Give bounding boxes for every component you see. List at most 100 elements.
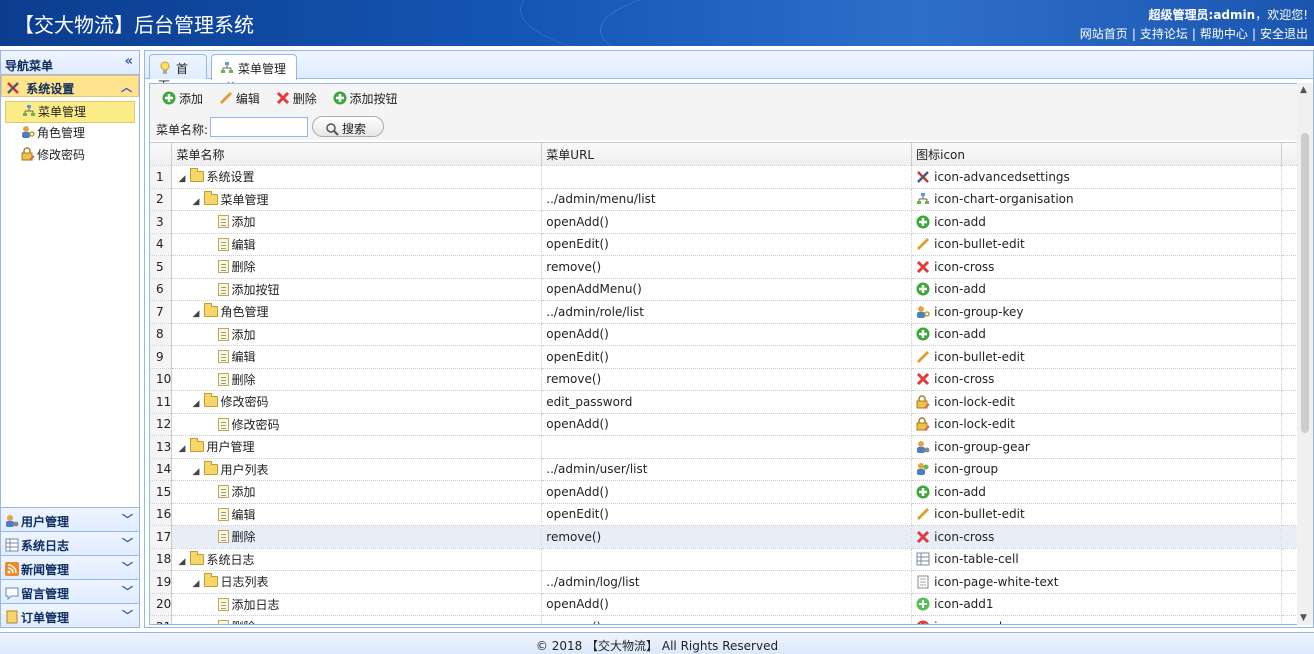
- collapse-sidebar-icon[interactable]: «: [125, 54, 133, 69]
- scrollbar-thumb[interactable]: [1301, 133, 1309, 433]
- cell-name: 添加: [171, 323, 543, 346]
- menu-name: 添加: [231, 485, 256, 500]
- tree-toggle-icon[interactable]: ◢: [178, 557, 190, 567]
- chevron-down-icon[interactable]: ﹀: [122, 511, 133, 527]
- table-row[interactable]: 2 ◢ 菜单管理 ../admin/menu/list icon-chart-organ…: [150, 188, 1298, 211]
- table-row[interactable]: 21 删除 remove() icon-cancel: [150, 615, 1298, 624]
- table-row[interactable]: 7 ◢ 角色管理 ../admin/role/list icon-group-key: [150, 300, 1298, 324]
- column-header-url[interactable]: 菜单URL: [541, 143, 913, 166]
- table-row[interactable]: 5 删除 remove() icon-cross: [150, 255, 1298, 279]
- cell-url: openEdit(): [541, 233, 913, 256]
- row-number: 8: [150, 323, 173, 346]
- row-number: 1: [150, 165, 173, 189]
- table-row[interactable]: 10 删除 remove() icon-cross: [150, 368, 1298, 391]
- table-row[interactable]: 15 添加 openAdd() icon-add: [150, 480, 1298, 504]
- sidebar-item-label: 角色管理: [37, 126, 86, 140]
- tab-menu-manage[interactable]: 菜单管理×: [211, 54, 297, 91]
- accordion-message-manage[interactable]: 留言管理 ﹀: [1, 579, 139, 603]
- tree-toggle-icon[interactable]: ◢: [192, 309, 204, 319]
- grid-table: 菜单名称 菜单URL 图标icon 1 ◢ 系统设置 icon-advancedset…: [150, 143, 1298, 624]
- menu-name: 日志列表: [220, 575, 269, 590]
- table-row[interactable]: 8 添加 openAdd() icon-add: [150, 323, 1298, 346]
- menu-url: remove(): [546, 529, 602, 544]
- chevron-up-icon[interactable]: ︿: [121, 79, 132, 95]
- sidebar-item-change-password[interactable]: 修改密码: [5, 145, 135, 167]
- link-logout[interactable]: 安全退出: [1260, 27, 1308, 41]
- table-row[interactable]: 9 编辑 openEdit() icon-bullet-edit: [150, 345, 1298, 369]
- menu-name: 用户管理: [206, 440, 255, 455]
- menu-url: openAddMenu(): [546, 282, 642, 297]
- icon-name: icon-lock-edit: [934, 417, 1015, 432]
- table-row[interactable]: 4 编辑 openEdit() icon-bullet-edit: [150, 233, 1298, 256]
- table-row[interactable]: 6 添加按钮 openAddMenu() icon-add: [150, 278, 1298, 301]
- link-home[interactable]: 网站首页: [1080, 27, 1128, 41]
- row-spacer: [1281, 233, 1298, 256]
- table-row[interactable]: 17 删除 remove() icon-cross: [150, 525, 1298, 549]
- accordion-label: 用户管理: [21, 515, 70, 529]
- tree-toggle-icon[interactable]: ◢: [178, 174, 190, 184]
- scroll-up-icon[interactable]: ▲: [1300, 85, 1307, 95]
- row-spacer: [1281, 525, 1298, 549]
- cell-icon: icon-cross: [911, 525, 1282, 549]
- pencil-icon: [219, 91, 233, 105]
- column-header-name[interactable]: 菜单名称: [171, 143, 543, 166]
- chevron-down-icon[interactable]: ﹀: [122, 583, 133, 599]
- table-row[interactable]: 3 添加 openAdd() icon-add: [150, 210, 1298, 234]
- table-row[interactable]: 1 ◢ 系统设置 icon-advancedsettings: [150, 165, 1298, 189]
- row-spacer: [1281, 570, 1298, 594]
- chevron-down-icon[interactable]: ﹀: [122, 559, 133, 575]
- table-row[interactable]: 20 添加日志 openAdd() icon-add1: [150, 593, 1298, 616]
- add-button[interactable]: 添加: [162, 90, 203, 107]
- accordion-system-log[interactable]: 系统日志 ﹀: [1, 531, 139, 555]
- table-row[interactable]: 11 ◢ 修改密码 edit_password icon-lock-edit: [150, 390, 1298, 414]
- file-icon: [218, 597, 230, 611]
- search-label: 菜单名称:: [156, 123, 209, 137]
- table-row[interactable]: 14 ◢ 用户列表 ../admin/user/list icon-group: [150, 458, 1298, 481]
- table-row[interactable]: 18 ◢ 系统日志 icon-table-cell: [150, 548, 1298, 571]
- tab-bar: 首页 菜单管理×: [145, 51, 1313, 93]
- scroll-down-icon[interactable]: ▼: [1300, 613, 1307, 623]
- file-icon: [218, 237, 230, 251]
- accordion-news-manage[interactable]: 新闻管理 ﹀: [1, 555, 139, 579]
- add-icon: [333, 91, 347, 105]
- row-number: 16: [150, 503, 173, 526]
- menu-name-input[interactable]: [210, 117, 308, 137]
- tree-toggle-icon[interactable]: ◢: [192, 197, 204, 207]
- search-button[interactable]: 搜索: [312, 116, 384, 137]
- accordion-user-manage[interactable]: 用户管理 ﹀: [1, 507, 139, 531]
- table-row[interactable]: 12 修改密码 openAdd() icon-lock-edit: [150, 413, 1298, 436]
- cell-url: edit_password: [541, 390, 913, 414]
- row-number: 6: [150, 278, 173, 301]
- row-spacer: [1281, 435, 1298, 459]
- accordion-order-manage[interactable]: 订单管理 ﹀: [1, 603, 139, 627]
- column-header-icon[interactable]: 图标icon: [911, 143, 1282, 166]
- edit-button[interactable]: 编辑: [219, 90, 260, 107]
- page-scrollbar[interactable]: ▲ ▼: [1297, 83, 1313, 625]
- table-row[interactable]: 19 ◢ 日志列表 ../admin/log/list icon-page-white-…: [150, 570, 1298, 594]
- row-number: 5: [150, 255, 173, 279]
- link-help[interactable]: 帮助中心: [1200, 27, 1248, 41]
- accordion-system-settings[interactable]: 系统设置 ︿: [1, 75, 139, 97]
- delete-button[interactable]: 删除: [276, 90, 317, 107]
- table-cell-icon: [916, 552, 930, 566]
- menu-name: 用户列表: [220, 462, 269, 477]
- tree-toggle-icon[interactable]: ◢: [192, 399, 204, 409]
- tab-home[interactable]: 首页: [149, 54, 207, 93]
- chevron-down-icon[interactable]: ﹀: [122, 607, 133, 623]
- tree-toggle-icon[interactable]: ◢: [192, 467, 204, 477]
- sidebar-item-menu-manage[interactable]: 菜单管理: [5, 101, 135, 123]
- tree-toggle-icon[interactable]: ◢: [178, 444, 190, 454]
- table-row[interactable]: 16 编辑 openEdit() icon-bullet-edit: [150, 503, 1298, 526]
- cell-url: remove(): [541, 615, 913, 624]
- tree-toggle-icon[interactable]: ◢: [192, 579, 204, 589]
- chevron-down-icon[interactable]: ﹀: [122, 535, 133, 551]
- table-row[interactable]: 13 ◢ 用户管理 icon-group-gear: [150, 435, 1298, 459]
- add-button-button[interactable]: 添加按钮: [333, 90, 398, 107]
- sidebar-item-role-manage[interactable]: 角色管理: [5, 123, 135, 145]
- icon-name: icon-cross: [934, 529, 995, 544]
- cell-url: [541, 548, 913, 571]
- link-forum[interactable]: 支持论坛: [1140, 27, 1188, 41]
- add-icon: [162, 91, 176, 105]
- comment-icon: [5, 586, 19, 601]
- cell-url: ../admin/user/list: [541, 458, 913, 481]
